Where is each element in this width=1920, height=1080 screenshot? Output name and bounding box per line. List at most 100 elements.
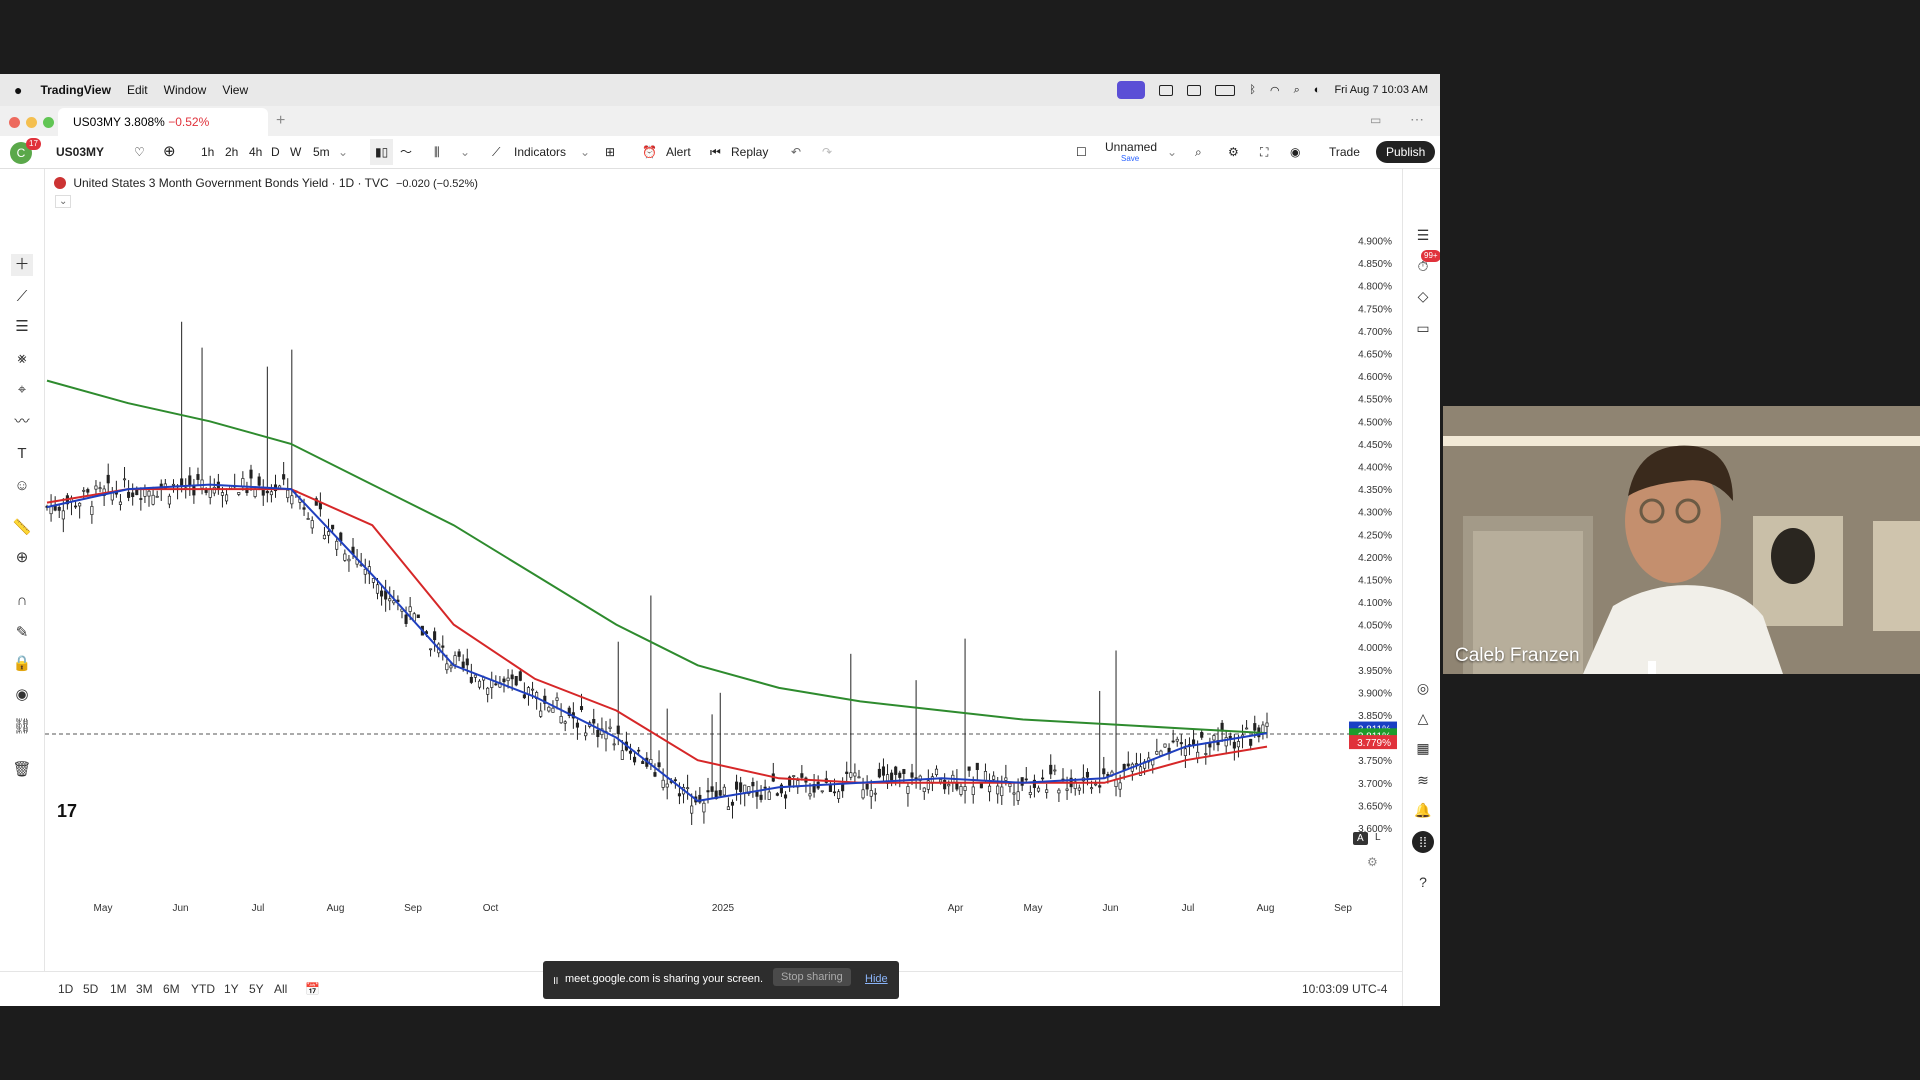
range-5y[interactable]: 5Y [249,972,264,1006]
hide-button[interactable]: Hide [865,973,888,985]
interval-2h[interactable]: 2h [225,136,238,168]
range-ytd[interactable]: YTD [191,972,215,1006]
axis-settings-icon[interactable]: ⚙ [1367,855,1378,869]
redo-icon[interactable]: ↷ [822,136,832,168]
news-icon[interactable]: ≋ [1412,769,1434,791]
chart-tab[interactable]: US03MY 3.808% −0.52% [58,108,268,136]
range-6m[interactable]: 6M [163,972,180,1006]
auto-scale-button[interactable]: A [1353,832,1368,845]
price-chart[interactable]: 4.900% 4.850% 4.800% 4.750% 4.700% 4.650% 4.60… [45,169,1401,969]
wifi-icon[interactable]: ◠ [1270,84,1280,97]
apps-grid-icon[interactable]: ⁞⁞ [1412,831,1434,853]
interval-1h[interactable]: 1h [201,136,214,168]
alert-icon[interactable]: ⏰ [642,136,657,168]
range-1d[interactable]: 1D [58,972,73,1006]
chart-pane[interactable]: United States 3 Month Government Bonds Y… [45,169,1401,969]
layout-name[interactable]: Unnamed [1105,140,1157,154]
layout-checkbox-icon[interactable]: ☐ [1076,136,1087,168]
interval-5m[interactable]: 5m [313,136,330,168]
text-icon[interactable]: T [11,443,33,465]
menu-view[interactable]: View [222,83,248,97]
apple-icon[interactable]: ● [14,82,22,98]
quick-search-icon[interactable]: ⌕ [1195,136,1202,168]
alert-button[interactable]: Alert [666,136,691,168]
undo-icon[interactable]: ↶ [791,136,801,168]
go-to-date-icon[interactable]: 📅 [305,972,320,1006]
settings-icon[interactable]: ⚙ [1228,136,1239,168]
range-all[interactable]: All [274,972,287,1006]
chevron-down-icon[interactable]: ⌄ [338,136,348,168]
log-scale-button[interactable]: L [1375,832,1381,843]
calendar-icon[interactable]: ▦ [1412,737,1434,759]
watchlist-icon[interactable]: ♡ [134,136,145,168]
pattern-icon[interactable]: ⨳ [11,348,33,370]
chart-clock[interactable]: 10:03:09 UTC-4 [1302,972,1387,1006]
chevron-down-icon[interactable]: ⌄ [1167,136,1177,168]
candles-icon[interactable]: ▮▯ [370,139,394,165]
bluetooth-icon[interactable]: ᛒ [1249,84,1256,96]
range-1y[interactable]: 1Y [224,972,239,1006]
indicators-button[interactable]: Indicators [514,136,566,168]
publish-button[interactable]: Publish [1376,141,1436,163]
menubar-clock[interactable]: Fri Aug 7 10:03 AM [1334,84,1428,96]
fib-icon[interactable]: ☰ [11,316,33,338]
trade-button[interactable]: Trade [1329,136,1360,168]
bell-icon[interactable]: 🔔 [1412,799,1434,821]
range-5d[interactable]: 5D [83,972,98,1006]
interval-d[interactable]: D [271,136,280,168]
replay-button[interactable]: Replay [731,136,768,168]
snapshot-icon[interactable]: ◉ [1290,136,1300,168]
more-icon[interactable]: ⋯ [1410,111,1424,128]
magnet-icon[interactable]: ∩ [11,590,33,612]
ruler-icon[interactable]: 📏 [11,517,33,539]
watchlist-icon[interactable]: ☰ [1412,224,1434,246]
range-3m[interactable]: 3M [136,972,153,1006]
target-icon[interactable]: ◎ [1412,677,1434,699]
new-tab-icon[interactable]: + [276,112,285,130]
replay-icon[interactable]: ⏮ [710,136,721,168]
interval-w[interactable]: W [290,136,301,168]
battery-icon[interactable] [1215,84,1236,96]
fullscreen-icon[interactable]: ⛶ [1260,136,1268,168]
chevron-down-icon[interactable]: ⌄ [580,136,590,168]
symbol-search[interactable]: US03MY [56,136,104,168]
chat-icon[interactable]: ▭ [1412,317,1434,339]
lock-icon[interactable]: 🔒 [11,653,33,675]
control-center-icon[interactable]: ◐ [1314,84,1321,96]
zoom-icon[interactable]: ⊕ [11,547,33,569]
trash-icon[interactable]: 🗑 [11,759,33,781]
emoji-icon[interactable]: ☺ [11,475,33,497]
draw-mode-icon[interactable]: ✎ [11,622,33,644]
link-icon[interactable]: ⛓ [11,716,33,738]
menu-window[interactable]: Window [164,83,207,97]
bar-style-icon[interactable]: ⫼ [434,136,440,168]
maximize-window-button[interactable] [43,117,54,128]
close-window-button[interactable] [9,117,20,128]
trendline-icon[interactable]: ⟋ [11,286,33,308]
brush-icon[interactable]: 〰 [11,411,33,433]
line-style-icon[interactable]: 〜 [400,136,412,168]
compare-icon[interactable]: ⊕ [163,136,176,168]
crosshair-icon[interactable]: ＋ [11,254,33,276]
display-icon[interactable] [1187,84,1202,96]
ideas-icon[interactable]: △ [1412,707,1434,729]
search-icon[interactable]: ⌕ [1294,84,1300,97]
menu-edit[interactable]: Edit [127,83,148,97]
menu-app-name[interactable]: TradingView [40,83,110,97]
range-1m[interactable]: 1M [110,972,127,1006]
stop-sharing-button[interactable]: Stop sharing [773,968,851,986]
minimize-window-button[interactable] [26,117,37,128]
forecast-icon[interactable]: ⌖ [11,379,33,401]
screen-share-banner: ॥ meet.google.com is sharing your screen… [543,961,899,999]
help-icon[interactable]: ? [1412,871,1434,893]
layout-save[interactable]: Save [1121,154,1139,163]
layout-icon[interactable]: ▭ [1370,113,1381,127]
chevron-down-icon[interactable]: ⌄ [460,136,470,168]
app-status-icon[interactable] [1159,84,1174,96]
eye-icon[interactable]: ◉ [11,684,33,706]
layers-icon[interactable]: ◇ [1412,285,1434,307]
indicators-icon[interactable]: ⟋ [492,136,500,168]
templates-icon[interactable]: ⊞ [605,136,615,168]
interval-4h[interactable]: 4h [249,136,262,168]
screen-share-status-icon[interactable] [1117,81,1146,99]
